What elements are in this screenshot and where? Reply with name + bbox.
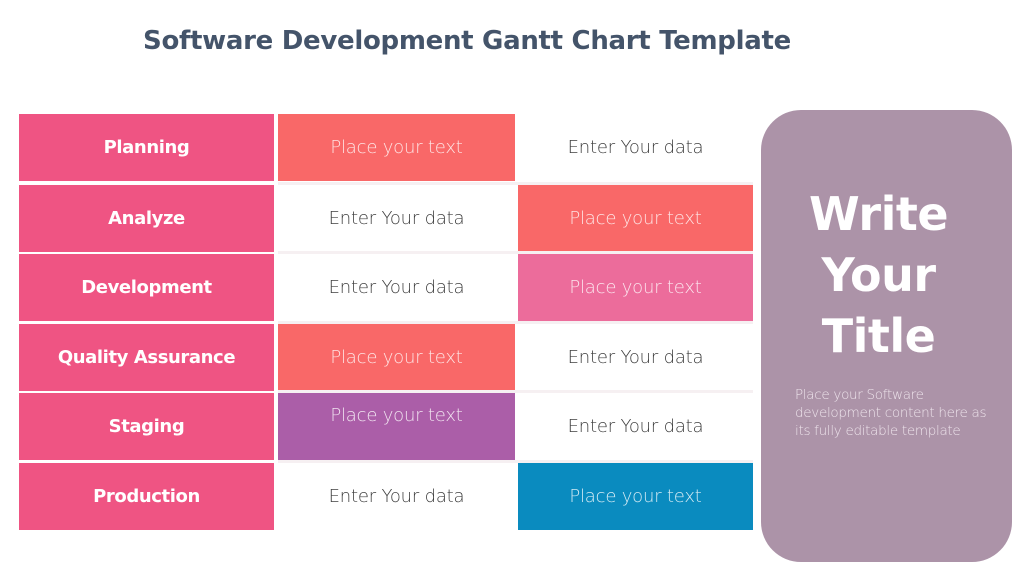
gantt-bar: Place your text xyxy=(278,324,515,391)
cell-text: Enter Your data xyxy=(328,277,465,298)
data-cell: Enter Your data xyxy=(518,393,753,460)
bar-text: Place your text xyxy=(569,486,702,507)
bar-text: Place your text xyxy=(569,277,702,298)
gantt-bar: Place your text xyxy=(278,114,515,181)
gantt-bar: Place your text xyxy=(278,393,515,460)
cell-text: Enter Your data xyxy=(328,208,465,229)
phase-label: Production xyxy=(19,463,274,530)
data-cell: Enter Your data xyxy=(518,114,753,181)
gantt-bar: Place your text xyxy=(518,254,753,321)
panel-description: Place your Software development content … xyxy=(795,387,987,439)
data-cell: Enter Your data xyxy=(278,185,515,252)
cell-text: Enter Your data xyxy=(328,486,465,507)
phase-label: Staging xyxy=(19,393,274,460)
page-title: Software Development Gantt Chart Templat… xyxy=(143,26,791,56)
cell-text: Enter Your data xyxy=(567,137,704,158)
cell-text: Enter Your data xyxy=(567,347,704,368)
bar-text: Place your text xyxy=(330,347,463,368)
panel-title-line: Write xyxy=(808,187,949,241)
cell-text: Enter Your data xyxy=(567,416,704,437)
panel-title-line: Your xyxy=(821,248,936,302)
bar-text: Place your text xyxy=(330,405,463,426)
phase-label: Development xyxy=(19,254,274,321)
data-cell: Enter Your data xyxy=(518,324,753,391)
data-cell: Enter Your data xyxy=(278,254,515,321)
phase-label: Planning xyxy=(19,114,274,181)
bar-text: Place your text xyxy=(330,137,463,158)
data-cell: Enter Your data xyxy=(278,463,515,530)
gantt-bar: Place your text xyxy=(518,463,753,530)
bar-text: Place your text xyxy=(569,208,702,229)
phase-label: Quality Assurance xyxy=(19,324,274,391)
gantt-bar: Place your text xyxy=(518,185,753,252)
panel-title: Write Your Title xyxy=(761,184,996,367)
panel-title-line: Title xyxy=(821,309,936,363)
title-panel: Write Your Title Place your Software dev… xyxy=(761,110,1012,562)
phase-label: Analyze xyxy=(19,185,274,252)
